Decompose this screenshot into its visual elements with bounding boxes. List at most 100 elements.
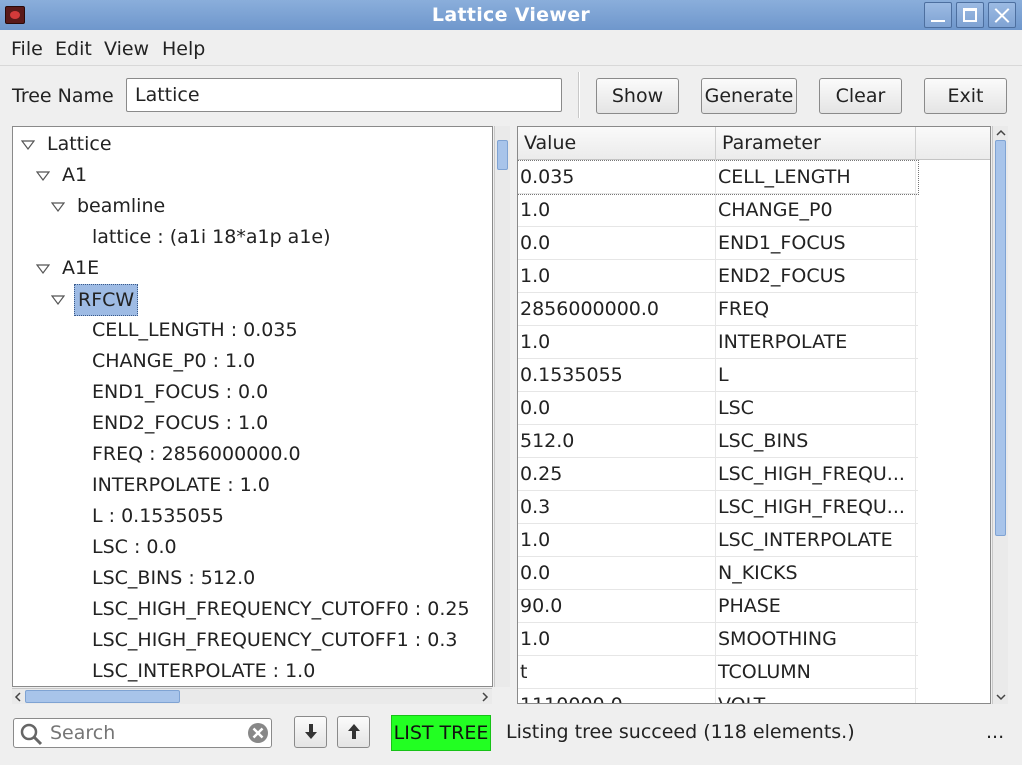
value-cell[interactable]: 1.0 [518, 524, 716, 557]
value-cell[interactable]: 0.0 [518, 227, 716, 260]
table-row[interactable]: t TCOLUMN [518, 656, 918, 689]
tree-node[interactable]: L : 0.1535055 [13, 501, 492, 531]
lattice-tree[interactable]: Lattice A1 beamline lattice : (a1i 18*a1p a… [12, 126, 493, 687]
tree-horizontal-scrollbar[interactable] [12, 688, 492, 704]
parameter-cell[interactable]: PHASE [716, 590, 916, 623]
parameter-cell[interactable]: LSC_HIGH_FREQU... [716, 491, 916, 524]
menu-edit[interactable]: Edit [55, 38, 92, 60]
parameter-cell[interactable]: LSC [716, 392, 916, 425]
generate-button[interactable]: Generate [701, 78, 797, 114]
table-vertical-scrollbar[interactable] [992, 126, 1008, 704]
list-tree-indicator[interactable]: LIST TREE [391, 715, 491, 751]
search-field[interactable] [13, 718, 272, 748]
tree-node[interactable]: LSC_HIGH_FREQUENCY_CUTOFF1 : 0.3 [13, 625, 492, 655]
tree-node[interactable]: FREQ : 2856000000.0 [13, 439, 492, 469]
expand-triangle-icon[interactable] [36, 264, 50, 274]
parameter-cell[interactable]: SMOOTHING [716, 623, 916, 656]
table-row[interactable]: 0.0 N_KICKS [518, 557, 918, 590]
tree-node[interactable]: LSC_HIGH_FREQUENCY_CUTOFF0 : 0.25 [13, 594, 492, 624]
parameter-cell[interactable]: N_KICKS [716, 557, 916, 590]
table-row[interactable]: 0.1535055 L [518, 359, 918, 392]
table-row[interactable]: 0.035 CELL_LENGTH [518, 160, 919, 195]
value-cell[interactable]: 0.0 [518, 392, 716, 425]
value-cell[interactable]: 0.3 [518, 491, 716, 524]
table-row[interactable]: 0.25 LSC_HIGH_FREQU... [518, 458, 918, 491]
table-row[interactable]: 0.0 END1_FOCUS [518, 227, 918, 260]
parameter-cell[interactable]: CELL_LENGTH [716, 161, 916, 194]
menu-view[interactable]: View [104, 38, 149, 60]
menu-file[interactable]: File [11, 38, 43, 60]
scroll-up-icon[interactable] [996, 129, 1006, 137]
expand-triangle-icon[interactable] [21, 140, 35, 150]
tree-node[interactable]: LSC_INTERPOLATE : 1.0 [13, 656, 492, 686]
expand-triangle-icon[interactable] [51, 295, 65, 305]
parameter-cell[interactable]: LSC_INTERPOLATE [716, 524, 916, 557]
parameter-cell[interactable]: CHANGE_P0 [716, 194, 916, 227]
value-cell[interactable]: 0.1535055 [518, 359, 716, 392]
move-down-button[interactable] [294, 716, 327, 748]
tree-node[interactable]: beamline [13, 191, 492, 221]
tree-node[interactable]: A1E [13, 253, 492, 283]
parameter-cell[interactable]: FREQ [716, 293, 916, 326]
scroll-left-icon[interactable] [14, 692, 22, 702]
value-cell[interactable]: 2856000000.0 [518, 293, 716, 326]
value-cell[interactable]: 90.0 [518, 590, 716, 623]
table-row[interactable]: 0.0 LSC [518, 392, 918, 425]
scroll-right-icon[interactable] [481, 692, 489, 702]
scroll-down-icon[interactable] [996, 693, 1006, 701]
value-cell[interactable]: 0.0 [518, 557, 716, 590]
value-cell[interactable]: 1.0 [518, 623, 716, 656]
clear-search-icon[interactable] [247, 722, 269, 744]
tree-node[interactable]: END1_FOCUS : 0.0 [13, 377, 492, 407]
tree-vertical-scroll-thumb[interactable] [497, 140, 508, 170]
show-button[interactable]: Show [596, 78, 679, 114]
tree-node[interactable]: RFCW [13, 284, 492, 316]
minimize-button[interactable] [924, 2, 952, 28]
menu-help[interactable]: Help [162, 38, 205, 60]
close-button[interactable] [988, 2, 1016, 28]
tree-node[interactable]: LSC : 0.0 [13, 532, 492, 562]
tree-node[interactable]: END2_FOCUS : 1.0 [13, 408, 492, 438]
table-row[interactable]: 2856000000.0 FREQ [518, 293, 918, 326]
table-row[interactable]: 1.0 SMOOTHING [518, 623, 918, 656]
tree-node[interactable]: CHANGE_P0 : 1.0 [13, 346, 492, 376]
tree-node[interactable]: lattice : (a1i 18*a1p a1e) [13, 222, 492, 252]
tree-node[interactable]: LSC_BINS : 512.0 [13, 563, 492, 593]
value-cell[interactable]: 1.0 [518, 326, 716, 359]
value-cell[interactable]: 1.0 [518, 194, 716, 227]
table-row[interactable]: 1110000.0VOLT [518, 689, 918, 703]
parameter-cell[interactable]: END1_FOCUS [716, 227, 916, 260]
value-cell[interactable]: 1110000.0 [518, 689, 716, 703]
value-cell[interactable]: t [518, 656, 716, 689]
table-row[interactable]: 1.0 CHANGE_P0 [518, 194, 918, 227]
parameter-cell[interactable]: INTERPOLATE [716, 326, 916, 359]
tree-node[interactable]: A1 [13, 160, 492, 190]
parameter-cell[interactable]: L [716, 359, 916, 392]
table-vertical-scroll-thumb[interactable] [995, 140, 1006, 536]
value-cell[interactable]: 512.0 [518, 425, 716, 458]
expand-triangle-icon[interactable] [36, 171, 50, 181]
tree-horizontal-scroll-thumb[interactable] [25, 690, 180, 703]
tree-vertical-scrollbar[interactable] [494, 126, 510, 687]
maximize-button[interactable] [956, 2, 984, 28]
move-up-button[interactable] [337, 716, 370, 748]
value-cell[interactable]: 0.25 [518, 458, 716, 491]
parameter-cell[interactable]: VOLT [716, 689, 916, 703]
column-header-parameter[interactable]: Parameter [716, 127, 916, 160]
expand-triangle-icon[interactable] [51, 202, 65, 212]
parameter-table[interactable]: Value Parameter 0.035 CELL_LENGTH 1.0 CHANG… [517, 126, 991, 704]
clear-button[interactable]: Clear [819, 78, 902, 114]
parameter-cell[interactable]: LSC_HIGH_FREQU... [716, 458, 916, 491]
parameter-cell[interactable]: END2_FOCUS [716, 260, 916, 293]
parameter-cell[interactable]: LSC_BINS [716, 425, 916, 458]
more-indicator[interactable]: ... [986, 721, 1004, 743]
exit-button[interactable]: Exit [924, 78, 1007, 114]
column-header-value[interactable]: Value [518, 127, 716, 160]
table-row[interactable]: 1.0 INTERPOLATE [518, 326, 918, 359]
value-cell[interactable]: 0.035 [518, 161, 716, 194]
value-cell[interactable]: 1.0 [518, 260, 716, 293]
search-input[interactable] [48, 721, 243, 745]
tree-node[interactable]: Lattice [13, 129, 492, 159]
table-row[interactable]: 90.0 PHASE [518, 590, 918, 623]
tree-name-input[interactable] [126, 78, 562, 112]
